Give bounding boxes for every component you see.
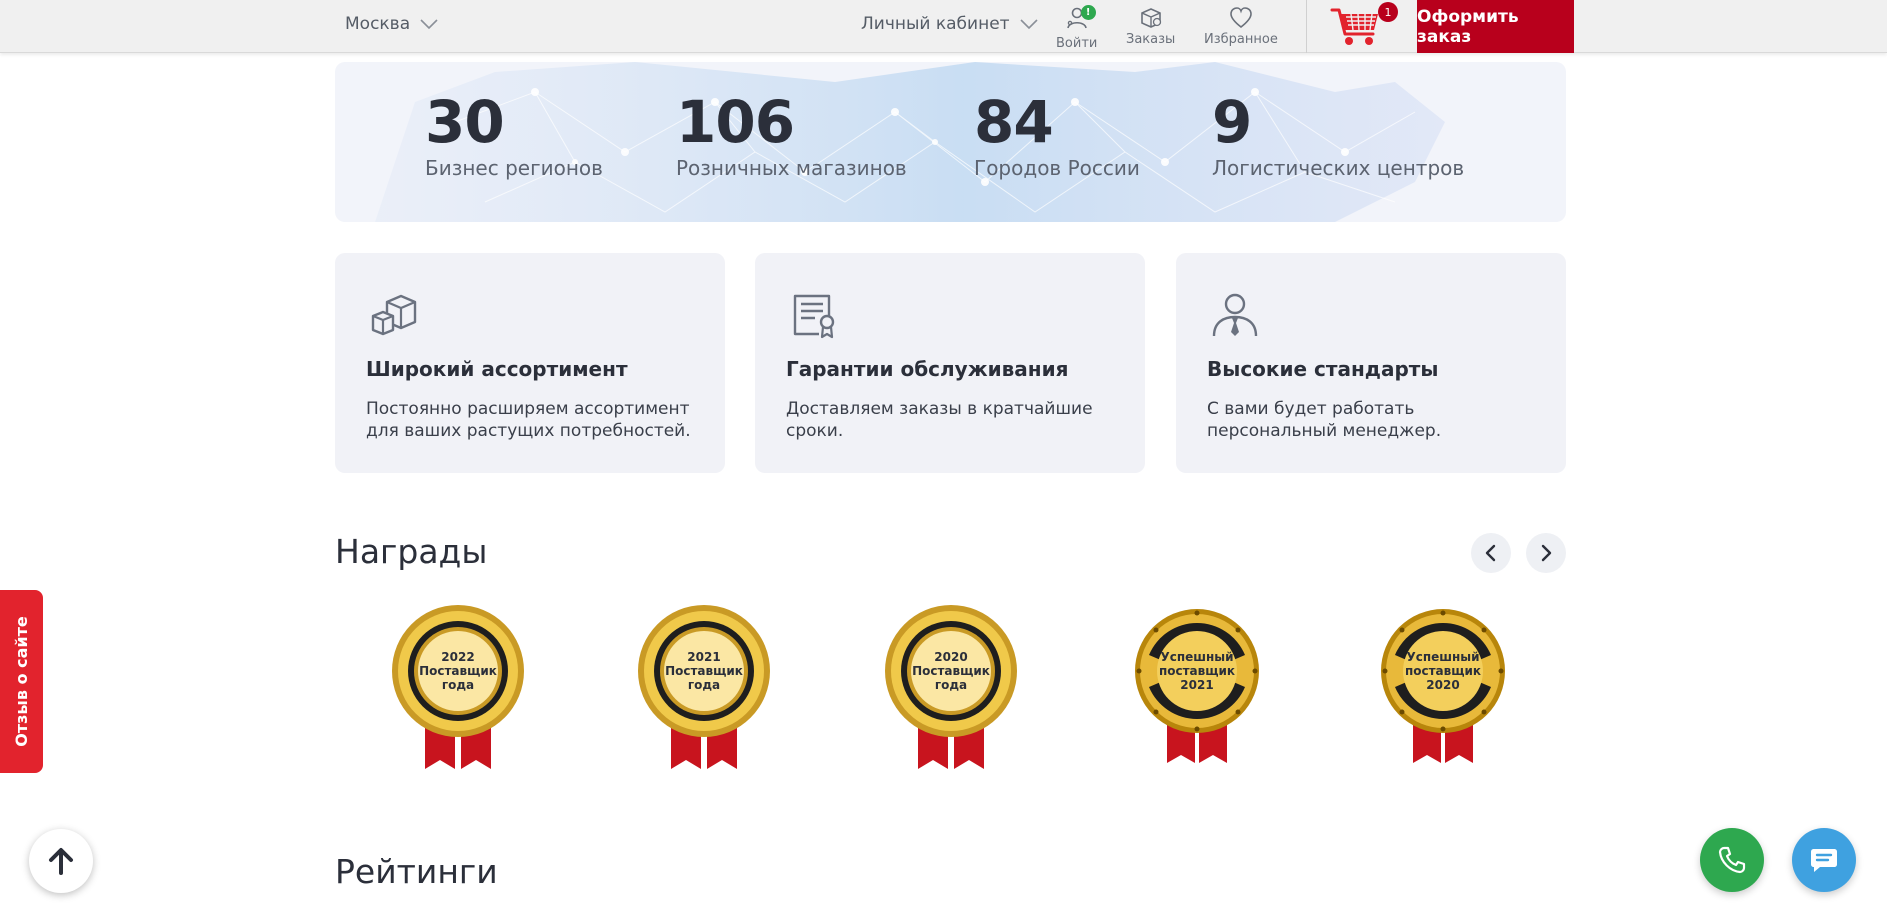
feature-card-service: Гарантии обслуживания Доставляем заказы … bbox=[755, 253, 1145, 473]
stat-number: 30 bbox=[425, 88, 505, 156]
site-header: Москва Личный кабинет ! Войти Заказы Изб… bbox=[0, 0, 1887, 53]
award-medal: 2022 Поставщик года bbox=[388, 605, 528, 775]
phone-icon bbox=[1718, 846, 1746, 874]
favorites-link[interactable]: Избранное bbox=[1204, 5, 1278, 47]
call-button[interactable] bbox=[1700, 828, 1764, 892]
medal-line: 2020 bbox=[1426, 678, 1460, 692]
stat-cities: 84 Городов России bbox=[974, 92, 1140, 180]
feature-text: Постоянно расширяем ассортимент для ваши… bbox=[366, 399, 691, 441]
chevron-left-icon bbox=[1485, 544, 1496, 562]
orders-box-icon bbox=[1140, 8, 1161, 28]
header-divider bbox=[1306, 0, 1307, 53]
medal-line: Поставщик bbox=[419, 664, 497, 678]
checkout-button[interactable]: Оформить заказ bbox=[1417, 0, 1574, 53]
feedback-tab[interactable]: Отзыв о сайте bbox=[0, 590, 43, 773]
award-medal: 2020 Поставщик года bbox=[881, 605, 1021, 775]
chevron-down-icon bbox=[420, 19, 438, 30]
medal-line: года bbox=[934, 678, 968, 692]
city-label: Москва bbox=[345, 14, 411, 34]
medal-line: Успешный bbox=[1160, 650, 1234, 664]
stat-number: 106 bbox=[676, 88, 795, 156]
stat-regions: 30 Бизнес регионов bbox=[425, 92, 603, 180]
city-selector[interactable]: Москва bbox=[345, 14, 438, 34]
orders-label: Заказы bbox=[1126, 32, 1176, 47]
medal-line: Поставщик bbox=[912, 664, 990, 678]
stat-logistics: 9 Логистических центров bbox=[1212, 92, 1464, 180]
medal-line: 2021 bbox=[687, 650, 721, 664]
medal-line: 2021 bbox=[1180, 678, 1214, 692]
heart-icon bbox=[1230, 7, 1252, 29]
feature-title: Широкий ассортимент bbox=[366, 357, 628, 381]
feature-title: Гарантии обслуживания bbox=[786, 357, 1069, 381]
feature-title: Высокие стандарты bbox=[1207, 357, 1439, 381]
feature-card-standards: Высокие стандарты С вами будет работать … bbox=[1176, 253, 1566, 473]
manager-icon bbox=[1212, 293, 1258, 337]
ratings-title: Рейтинги bbox=[335, 852, 498, 891]
scroll-top-button[interactable] bbox=[29, 829, 93, 893]
cabinet-menu[interactable]: Личный кабинет bbox=[861, 14, 1038, 34]
stat-number: 9 bbox=[1212, 88, 1252, 156]
feature-card-assortment: Широкий ассортимент Постоянно расширяем … bbox=[335, 253, 725, 473]
stat-caption: Городов России bbox=[974, 156, 1140, 180]
award-medal: 2021 Поставщик года bbox=[634, 605, 774, 775]
stat-caption: Бизнес регионов bbox=[425, 156, 603, 180]
stat-number: 84 bbox=[974, 88, 1054, 156]
medal-line: года bbox=[687, 678, 721, 692]
awards-prev-button[interactable] bbox=[1471, 533, 1511, 573]
cart-count-badge: 1 bbox=[1378, 2, 1398, 22]
login-link[interactable]: ! Войти bbox=[1056, 5, 1097, 51]
stat-caption: Логистических центров bbox=[1212, 156, 1465, 180]
chevron-right-icon bbox=[1541, 544, 1552, 562]
award-medal: Успешный поставщик 2020 bbox=[1373, 605, 1513, 775]
chat-button[interactable] bbox=[1792, 828, 1856, 892]
feature-text: С вами будет работать персональный менед… bbox=[1207, 399, 1442, 441]
chat-icon bbox=[1811, 849, 1837, 872]
boxes-icon bbox=[371, 294, 417, 336]
stat-caption: Розничных магазинов bbox=[676, 156, 907, 180]
orders-link[interactable]: Заказы bbox=[1126, 5, 1175, 47]
cart-icon[interactable] bbox=[1330, 6, 1382, 48]
login-label: Войти bbox=[1056, 36, 1098, 51]
awards-next-button[interactable] bbox=[1526, 533, 1566, 573]
chevron-down-icon bbox=[1019, 19, 1038, 30]
arrow-up-icon bbox=[49, 848, 73, 875]
awards-title: Награды bbox=[335, 532, 488, 571]
medal-line: Успешный bbox=[1406, 650, 1480, 664]
feedback-tab-label: Отзыв о сайте bbox=[12, 616, 32, 747]
medal-line: Поставщик bbox=[665, 664, 743, 678]
medal-line: 2020 bbox=[934, 650, 968, 664]
stats-panel: 30 Бизнес регионов 106 Розничных магазин… bbox=[335, 62, 1566, 222]
certificate-icon bbox=[793, 294, 835, 339]
medal-line: поставщик bbox=[1158, 664, 1236, 678]
award-medal: Успешный поставщик 2021 bbox=[1127, 605, 1267, 775]
favorites-label: Избранное bbox=[1204, 32, 1278, 47]
medal-line: 2022 bbox=[441, 650, 475, 664]
feature-text: Доставляем заказы в кратчайшие сроки. bbox=[786, 399, 1093, 441]
stat-stores: 106 Розничных магазинов bbox=[676, 92, 907, 180]
medal-line: поставщик bbox=[1404, 664, 1482, 678]
login-badge: ! bbox=[1080, 5, 1096, 20]
medal-line: года bbox=[441, 678, 475, 692]
cabinet-label: Личный кабинет bbox=[861, 14, 1010, 34]
